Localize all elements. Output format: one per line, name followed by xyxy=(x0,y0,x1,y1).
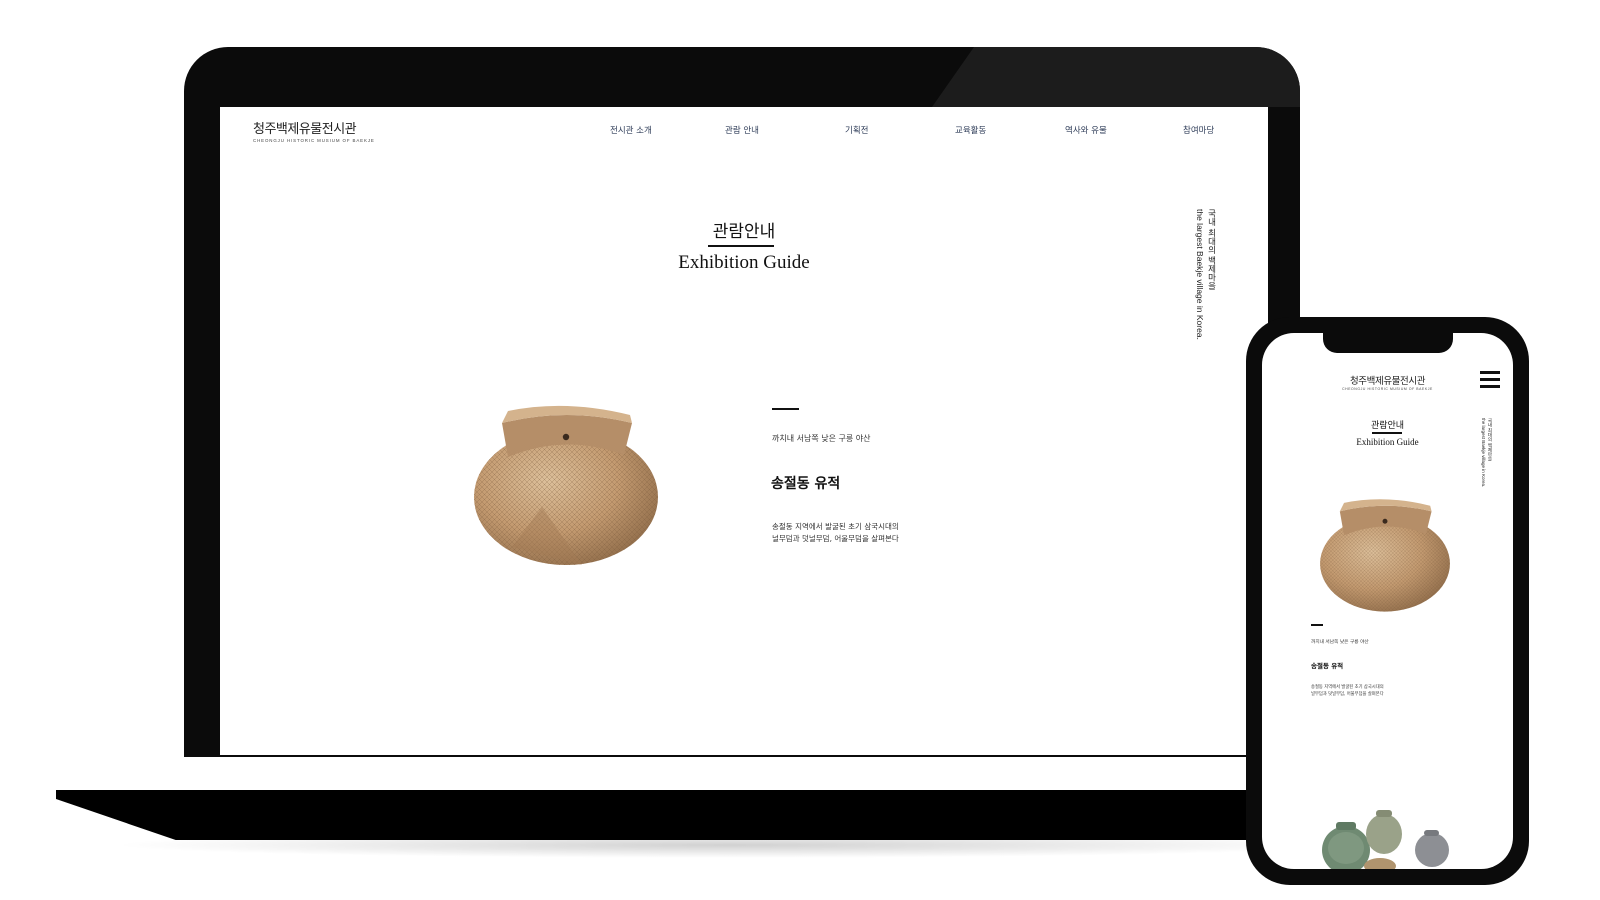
feature-description: 송절동 지역에서 발굴된 초기 삼국시대의 널무덤과 덧널무덤, 어울무덤을 살… xyxy=(772,521,952,545)
laptop-base xyxy=(56,790,1386,840)
feature-dash xyxy=(772,408,799,410)
mockup-stage: 청주백제유물전시관 CHEONGJU HISTORIC MUSIUM OF BA… xyxy=(0,0,1600,900)
nav-item-participation[interactable]: 참여마당 xyxy=(1183,124,1214,136)
mobile-title-underline xyxy=(1372,432,1402,434)
page-title-english: Exhibition Guide xyxy=(678,252,810,273)
phone-notch xyxy=(1323,333,1453,353)
mobile-side-caption-english: the largest Baekje village in Korea. xyxy=(1481,418,1486,488)
mobile-site-logo[interactable]: 청주백제유물전시관 CHEONGJU HISTORIC MUSIUM OF BA… xyxy=(1262,373,1513,391)
side-caption-korean: 국내 최대의 백제마을 xyxy=(1207,209,1217,291)
mobile-feature-desc-line: 송절동 지역에서 발굴된 초기 삼국시대의 xyxy=(1311,685,1384,690)
desktop-screen: 청주백제유물전시관 CHEONGJU HISTORIC MUSIUM OF BA… xyxy=(220,107,1268,755)
page-title-korean: 관람안내 xyxy=(712,222,776,242)
lid-glare xyxy=(931,47,1300,107)
mobile-feature-desc-line: 널무덤과 덧널무덤, 어울무덤을 살펴본다 xyxy=(1311,692,1384,697)
nav-item-about[interactable]: 전시관 소개 xyxy=(610,124,652,136)
mobile-side-caption-korean: 국내 최대의 백제마을 xyxy=(1488,418,1493,462)
pottery-image xyxy=(474,405,658,565)
mobile-feature-subtitle: 까치내 서남쪽 낮은 구릉 야산 xyxy=(1311,640,1369,645)
nav-item-education[interactable]: 교육활동 xyxy=(955,124,986,136)
feature-desc-line: 송절동 지역에서 발굴된 초기 삼국시대의 xyxy=(772,522,899,531)
feature-heading: 송절동 유적 xyxy=(771,476,841,492)
hamburger-menu-icon[interactable] xyxy=(1480,371,1500,388)
mobile-screen: 청주백제유물전시관 CHEONGJU HISTORIC MUSIUM OF BA… xyxy=(1262,333,1513,869)
mobile-side-caption: 국내 최대의 백제마을 the largest Baekje village i… xyxy=(1480,418,1494,487)
feature-desc-line: 널무덤과 덧널무덤, 어울무덤을 살펴본다 xyxy=(772,534,899,543)
mobile-feature-description: 송절동 지역에서 발굴된 초기 삼국시대의 널무덤과 덧널무덤, 어울무덤을 살… xyxy=(1311,684,1384,698)
side-caption: 국내 최대의 백제마을 the largest Baekje village i… xyxy=(1194,209,1218,340)
nav-item-exhibition[interactable]: 기획전 xyxy=(845,124,868,136)
side-caption-english: the largest Baekje village in Korea. xyxy=(1195,209,1205,340)
main-nav: 전시관 소개 관람 안내 기획전 교육활동 역사와 유물 참여마당 xyxy=(220,124,1268,138)
nav-item-guide[interactable]: 관람 안내 xyxy=(725,124,759,136)
feature-subtitle: 까치내 서남쪽 낮은 구릉 야산 xyxy=(772,434,871,443)
mobile-feature-dash xyxy=(1311,624,1323,626)
mobile-logo-korean: 청주백제유물전시관 xyxy=(1349,376,1426,387)
mobile-feature-heading: 송절동 유적 xyxy=(1311,662,1344,670)
mobile-page-title-korean: 관람안내 xyxy=(1370,421,1405,431)
logo-english: CHEONGJU HISTORIC MUSIUM OF BAEKJE xyxy=(253,138,375,143)
mobile-page-title-english: Exhibition Guide xyxy=(1356,437,1419,447)
mobile-pottery-group-image xyxy=(1322,810,1449,869)
title-underline xyxy=(708,245,774,247)
mobile-pottery-image xyxy=(1320,499,1450,612)
mobile-logo-english: CHEONGJU HISTORIC MUSIUM OF BAEKJE xyxy=(1342,387,1433,391)
nav-item-history[interactable]: 역사와 유물 xyxy=(1065,124,1107,136)
